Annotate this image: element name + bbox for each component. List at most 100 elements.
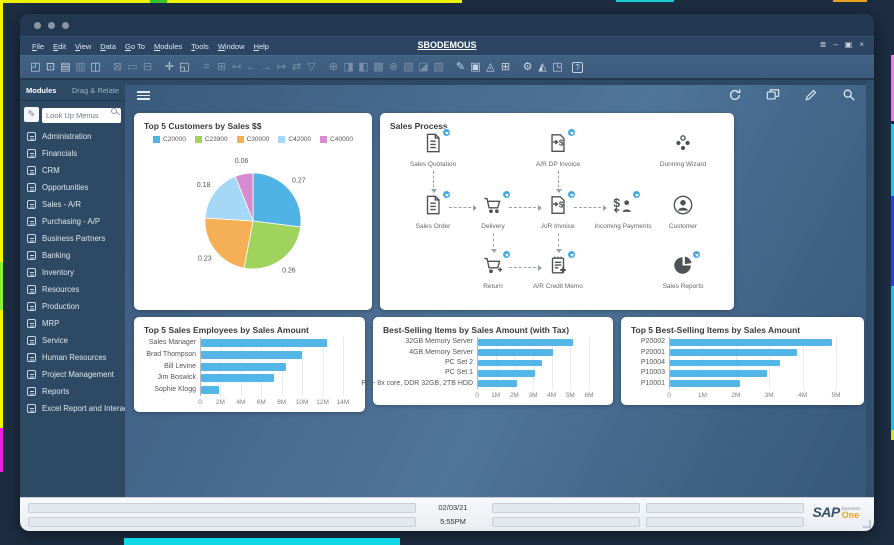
bar-jim-boswick[interactable]	[201, 374, 274, 382]
sidebar-item-resources[interactable]: Resources	[20, 281, 125, 298]
filter-icon[interactable]: ▽	[304, 57, 319, 77]
send-icon[interactable]: ▥	[73, 57, 88, 77]
message-log-icon[interactable]: ◳	[550, 57, 565, 77]
process-step-sales-quotation[interactable]: Sales Quotation	[401, 132, 465, 169]
sidebar-item-opportunities[interactable]: Opportunities	[20, 179, 125, 196]
alignment-icon[interactable]: ▩	[371, 57, 386, 77]
edit-mode-icon[interactable]: ✎	[453, 57, 468, 77]
sidebar-item-project-management[interactable]: Project Management	[20, 366, 125, 383]
find-record-icon[interactable]: ⌗	[199, 57, 214, 77]
help-icon[interactable]: ?	[572, 62, 583, 73]
bar-sophie-klogg[interactable]	[201, 386, 219, 394]
query-generator-icon[interactable]: ◭	[535, 57, 550, 77]
mail-icon[interactable]: ◫	[88, 57, 103, 77]
menu-view[interactable]: View	[75, 42, 91, 51]
menu-data[interactable]: Data	[100, 42, 116, 51]
sort-icon[interactable]: ⊕	[326, 57, 341, 77]
sidebar-item-excel-report-and-interactive-a[interactable]: Excel Report and Interactive A	[20, 400, 125, 417]
bar-4gb-memory-server[interactable]	[478, 349, 553, 356]
launch-app-icon[interactable]: ✛	[162, 57, 177, 77]
bar-p10001[interactable]	[670, 380, 740, 387]
sidebar-item-financials[interactable]: Financials	[20, 145, 125, 162]
minimize-icon[interactable]: –	[833, 39, 837, 51]
bar-brad-thompson[interactable]	[201, 351, 302, 359]
settings-icon[interactable]: ⚙	[520, 57, 535, 77]
search-icon[interactable]	[842, 88, 856, 102]
journal-entry-icon[interactable]: ▨	[401, 57, 416, 77]
bar-p10003[interactable]	[670, 370, 767, 377]
process-step-incoming-payments[interactable]: $Incoming Payments	[591, 194, 655, 231]
previous-record-icon[interactable]: ←	[244, 57, 259, 77]
process-step-sales-reports[interactable]: Sales Reports	[651, 254, 715, 291]
zoom-traffic-light[interactable]	[62, 22, 69, 29]
bar-bill-levine[interactable]	[201, 363, 286, 371]
sidebar-item-mrp[interactable]: MRP	[20, 315, 125, 332]
menu-file[interactable]: File	[32, 42, 44, 51]
menu-customize-button[interactable]: ✎	[24, 107, 39, 122]
menu-edit[interactable]: Edit	[53, 42, 66, 51]
bar-p20001[interactable]	[670, 349, 797, 356]
menu-modules[interactable]: Modules	[154, 42, 182, 51]
sidebar-item-inventory[interactable]: Inventory	[20, 264, 125, 281]
bar-pc-8x-core-ddr-32gb-2tb-hdd[interactable]	[478, 380, 517, 387]
find-form-icon[interactable]: ◰	[28, 57, 43, 77]
sidebar-item-production[interactable]: Production	[20, 298, 125, 315]
sidebar-item-human-resources[interactable]: Human Resources	[20, 349, 125, 366]
bar-p10004[interactable]	[670, 360, 780, 367]
payment-means-icon[interactable]: ▣	[468, 57, 483, 77]
sidebar-item-administration[interactable]: Administration	[20, 128, 125, 145]
export-pdf-icon[interactable]: ⊟	[140, 57, 155, 77]
search-input[interactable]	[42, 108, 121, 123]
bar-p20002[interactable]	[670, 339, 832, 346]
next-record-icon[interactable]: →	[259, 57, 274, 77]
process-step-delivery[interactable]: Delivery	[461, 194, 525, 231]
tab-modules[interactable]: Modules	[26, 86, 56, 95]
close-traffic-light[interactable]	[34, 22, 41, 29]
bar-pc-set-2[interactable]	[478, 360, 542, 367]
process-step-a-r-invoice[interactable]: $A/R Invoice	[526, 194, 590, 231]
last-record-icon[interactable]: ↦	[274, 57, 289, 77]
restore-icon[interactable]: ▣	[845, 39, 853, 51]
refresh-record-icon[interactable]: ⇄	[289, 57, 304, 77]
export-excel-icon[interactable]: ⊠	[110, 57, 125, 77]
volume-weight-icon[interactable]: ⊞	[498, 57, 513, 77]
transaction-journal-icon[interactable]: ⊗	[386, 57, 401, 77]
minimize-traffic-light[interactable]	[48, 22, 55, 29]
gallery-icon[interactable]	[766, 88, 780, 102]
pie-chart[interactable]: 0.270.260.230.180.06	[134, 143, 372, 306]
target-document-icon[interactable]: ▧	[431, 57, 446, 77]
edit-icon[interactable]	[804, 88, 818, 102]
sidebar-item-banking[interactable]: Banking	[20, 247, 125, 264]
sidebar-item-sales-a-r[interactable]: Sales - A/R	[20, 196, 125, 213]
sidebar-item-purchasing-a-p[interactable]: Purchasing - A/P	[20, 213, 125, 230]
menu-go-to[interactable]: Go To	[125, 42, 145, 51]
menu-window[interactable]: Window	[218, 42, 245, 51]
sidebar-item-crm[interactable]: CRM	[20, 162, 125, 179]
sidebar-item-service[interactable]: Service	[20, 332, 125, 349]
refresh-icon[interactable]	[728, 88, 742, 102]
bar-pc-set-1[interactable]	[478, 370, 535, 377]
menu-help[interactable]: Help	[254, 42, 269, 51]
pie-slice-C30000[interactable]	[205, 218, 253, 268]
form-settings-icon[interactable]: ◨	[341, 57, 356, 77]
process-step-customer[interactable]: Customer	[651, 194, 715, 231]
add-record-icon[interactable]: ⊞	[214, 57, 229, 77]
tab-drag-and-relate[interactable]: Drag & Relate	[72, 86, 119, 95]
gross-profit-icon[interactable]: ◬	[483, 57, 498, 77]
base-document-icon[interactable]: ◪	[416, 57, 431, 77]
print-preview-icon[interactable]: ▤	[58, 57, 73, 77]
bar-sales-manager[interactable]	[201, 339, 327, 347]
sidebar-item-business-partners[interactable]: Business Partners	[20, 230, 125, 247]
export-word-icon[interactable]: ▭	[125, 57, 140, 77]
hamburger-menu-icon[interactable]	[137, 91, 150, 101]
process-step-return[interactable]: Return	[461, 254, 525, 291]
lock-screen-icon[interactable]: ◱	[177, 57, 192, 77]
resize-grip[interactable]	[863, 520, 871, 528]
process-step-dunning-wizard[interactable]: Dunning Wizard	[651, 132, 715, 169]
first-record-icon[interactable]: ↤	[229, 57, 244, 77]
close-icon[interactable]: ×	[859, 39, 864, 51]
document-settings-icon[interactable]: ◧	[356, 57, 371, 77]
process-step-a-r-dp-invoice[interactable]: $A/R DP Invoice	[526, 132, 590, 169]
sidebar-item-reports[interactable]: Reports	[20, 383, 125, 400]
system-menu-icon[interactable]: ≣	[820, 39, 827, 51]
